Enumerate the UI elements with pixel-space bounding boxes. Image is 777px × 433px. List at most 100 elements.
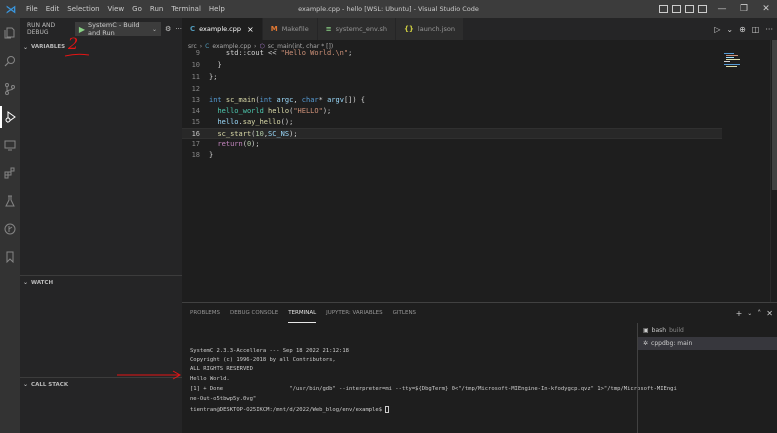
line-number: 17 [191,140,200,148]
tab-systemc-env[interactable]: ≡ systemc_env.sh [317,18,396,40]
minimize-button[interactable]: — [711,0,733,18]
terminal-list: ▣ bash build ✲ cppdbg: main [637,323,777,433]
debug-config-name: SystemC - Build and Run [87,21,140,37]
watch-label: WATCH [31,279,54,286]
editor-tab-bar: C example.cpp × M Makefile ≡ systemc_env… [182,18,777,40]
menu-run[interactable]: Run [146,0,167,18]
code-editor[interactable]: 9 std::cout << "Hello World.\n"; 10 } 11… [182,49,722,300]
toggle-secondary-sidebar-icon[interactable] [685,5,694,13]
maximize-panel-icon[interactable]: ˄ [757,309,761,318]
current-code-line: 16 sc_start(10,SC_NS); [182,128,722,139]
terminal-line: Copyright (c) 1996-2018 by all Contribut… [190,357,336,363]
close-panel-icon[interactable]: ✕ [766,309,773,318]
cpp-file-icon: C [190,25,196,33]
toggle-sidebar-icon[interactable] [659,5,668,13]
source-control-icon[interactable] [0,78,20,100]
close-window-button[interactable]: ✕ [755,0,777,18]
gear-icon[interactable]: ⚙ [165,25,171,33]
menu-view[interactable]: View [104,0,129,18]
run-and-debug-icon[interactable] [0,106,20,128]
line-number: 9 [195,49,200,57]
terminal-item-bash[interactable]: ▣ bash build [638,324,777,337]
line-number: 11 [191,73,200,81]
gitlens-icon[interactable] [0,218,20,240]
menu-edit[interactable]: Edit [42,0,64,18]
terminal-line: [1] + Done "/usr/bin/gdb" --interpreter=… [190,386,677,392]
terminal-output[interactable]: SystemC 2.3.3-Accellera --- Sep 18 2022 … [182,323,677,433]
customize-layout-icon[interactable] [698,5,707,13]
tab-jupyter-variables[interactable]: JUPYTER: VARIABLES [326,303,382,323]
variables-section-header[interactable]: ⌄ VARIABLES [20,40,182,54]
terminal-name: cppdbg: main [651,340,693,347]
new-terminal-icon[interactable]: + [736,309,743,318]
remote-explorer-icon[interactable] [0,134,20,156]
terminal-prompt-line: tientran@DESKTOP-O25IKCM:/mnt/d/2022/Web… [190,406,390,415]
terminal-icon: ▣ [643,327,649,334]
more-actions-icon[interactable]: ··· [765,25,773,34]
shell-file-icon: ≡ [325,25,332,33]
chevron-down-icon: ⌄ [23,43,29,51]
gitlens-compare-icon[interactable]: ⊕ [739,25,746,34]
menu-help[interactable]: Help [205,0,229,18]
line-number: 13 [191,96,200,104]
restore-button[interactable]: ❐ [733,0,755,18]
variables-label: VARIABLES [31,44,66,50]
terminal-name: bash [651,327,667,334]
minimap-content [724,53,740,67]
terminal-sub: build [669,327,684,334]
tab-gitlens[interactable]: GITLENS [393,303,416,323]
terminal-line: SystemC 2.3.3-Accellera --- Sep 18 2022 … [190,348,349,354]
code-line: 14 hello_world hello("HELLO"); [182,106,722,117]
code-line: 15 hello.say_hello(); [182,117,722,128]
menu-file[interactable]: File [22,0,42,18]
watch-section-header[interactable]: ⌄ WATCH [20,275,182,289]
activity-bar [0,18,20,433]
extensions-icon[interactable] [0,162,20,184]
line-number: 14 [191,107,200,115]
tab-debug-console[interactable]: DEBUG CONSOLE [230,303,278,323]
search-icon[interactable] [0,50,20,72]
annotation-arrow [117,370,182,380]
explorer-icon[interactable] [0,22,20,44]
menu-go[interactable]: Go [128,0,146,18]
terminal-item-cppdbg[interactable]: ✲ cppdbg: main [638,337,777,350]
start-debugging-icon[interactable]: ▶ [79,25,85,34]
terminal-line: ne-Out-o5tbwp5y.0vg" [190,396,257,402]
debug-icon: ✲ [643,340,649,347]
chevron-down-icon[interactable]: ⌄ [747,310,752,317]
split-editor-icon[interactable]: ◫ [752,25,760,34]
more-actions-icon[interactable]: ··· [175,25,182,33]
minimap[interactable] [722,40,770,300]
tab-terminal[interactable]: TERMINAL [288,303,317,323]
chevron-down-icon: ⌄ [23,279,29,286]
code-line: 12 [182,84,722,95]
bookmarks-icon[interactable] [0,246,20,268]
code-line: 18} [182,150,722,161]
close-icon[interactable]: × [247,25,254,34]
makefile-icon: M [270,25,278,33]
run-debug-icon[interactable]: ▷ [714,25,720,34]
tab-label: example.cpp [199,25,242,33]
sidebar-title: RUN AND DEBUG [27,22,56,36]
debug-config-dropdown[interactable]: ▶ SystemC - Build and Run ⌄ [74,21,162,37]
tab-label: launch.json [417,25,455,33]
chevron-down-icon[interactable]: ⌄ [726,25,733,34]
title-bar: ⋊ File Edit Selection View Go Run Termin… [0,0,777,18]
tab-problems[interactable]: PROBLEMS [190,303,220,323]
menu-terminal[interactable]: Terminal [167,0,205,18]
vscode-logo-icon: ⋊ [5,2,17,16]
tab-launch-json[interactable]: {} launch.json [395,18,464,40]
scrollbar-thumb[interactable] [772,40,777,190]
code-line: 9 std::cout << "Hello World.\n"; [182,48,722,59]
code-line: 10 } [182,60,722,71]
annotation-number: 2 [68,34,79,53]
toggle-panel-icon[interactable] [672,5,681,13]
code-line: 17 return(0); [182,139,722,150]
tab-example-cpp[interactable]: C example.cpp × [182,18,263,40]
testing-icon[interactable] [0,190,20,212]
menu-selection[interactable]: Selection [63,0,103,18]
chevron-down-icon: ⌄ [152,25,158,33]
line-number: 10 [191,61,200,69]
menu-bar: File Edit Selection View Go Run Terminal… [22,0,229,18]
tab-makefile[interactable]: M Makefile [262,18,318,40]
